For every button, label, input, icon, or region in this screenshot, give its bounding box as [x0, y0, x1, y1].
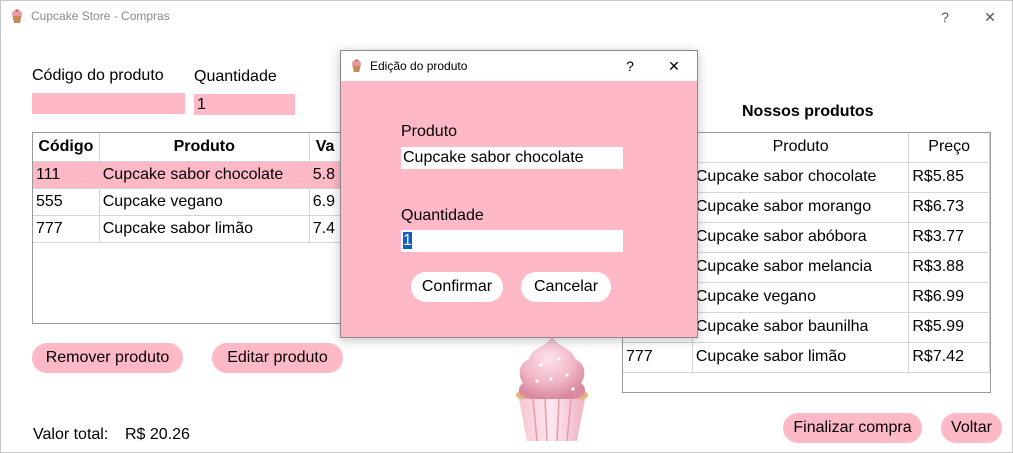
products-column-header[interactable]: Preço [908, 133, 990, 163]
products-title: Nossos produtos [742, 103, 874, 120]
edit-product-dialog: Edição do produto ? ✕ Produto Cupcake sa… [340, 50, 698, 338]
products-cell-name: Cupcake sabor baunilha [692, 312, 910, 343]
cart-row[interactable]: 111 Cupcake sabor chocolate 5.8 [33, 161, 361, 189]
remove-product-button[interactable]: Remover produto [32, 343, 183, 373]
products-cell-name: Cupcake sabor abóbora [692, 222, 910, 253]
products-column-header[interactable]: Produto [692, 133, 910, 163]
products-cell-price: R$6.99 [908, 282, 990, 313]
cupcake-app-icon [351, 59, 362, 72]
dialog-quantity-label: Quantidade [401, 207, 484, 224]
total-label: Valor total: [33, 426, 109, 443]
cart-cell-product: Cupcake sabor limão [99, 215, 310, 243]
quantity-label: Quantidade [194, 68, 277, 85]
cart-row[interactable]: 555 Cupcake vegano 6.9 [33, 188, 361, 216]
cupcake-image [516, 337, 588, 442]
products-cell-name: Cupcake sabor limão [692, 342, 910, 373]
confirm-button[interactable]: Confirmar [411, 272, 503, 302]
code-label: Código do produto [32, 67, 164, 84]
quantity-input[interactable]: 1 [194, 94, 295, 115]
cart-table[interactable]: Código Produto Va 111 Cupcake sabor choc… [32, 132, 362, 324]
products-cell-name: Cupcake sabor melancia [692, 252, 910, 283]
help-button[interactable]: ? [935, 7, 955, 27]
edit-product-button[interactable]: Editar produto [212, 343, 343, 373]
products-cell-price: R$5.85 [908, 162, 990, 193]
cart-column-header[interactable]: Código [33, 133, 100, 162]
total-value: R$ 20.26 [125, 426, 190, 443]
dialog-titlebar: Edição do produto ? ✕ [341, 51, 697, 81]
products-cell-name: Cupcake vegano [692, 282, 910, 313]
products-cell-name: Cupcake sabor morango [692, 192, 910, 223]
code-input[interactable] [32, 93, 185, 114]
finish-purchase-button[interactable]: Finalizar compra [783, 413, 922, 443]
cancel-button[interactable]: Cancelar [521, 272, 611, 302]
products-row[interactable]: 777 Cupcake sabor limão R$7.42 [623, 342, 990, 373]
products-cell-price: R$6.73 [908, 192, 990, 223]
dialog-product-label: Produto [401, 123, 458, 140]
cart-cell-code: 111 [33, 161, 100, 189]
dialog-help-button[interactable]: ? [620, 56, 640, 76]
products-cell-price: R$7.42 [908, 342, 990, 373]
products-cell-code: 777 [623, 342, 693, 373]
products-cell-name: Cupcake sabor chocolate [692, 162, 910, 193]
dialog-title: Edição do produto [370, 59, 468, 73]
cart-cell-product: Cupcake sabor chocolate [99, 161, 310, 189]
close-button[interactable]: ✕ [980, 7, 1000, 27]
back-button[interactable]: Voltar [941, 413, 1002, 443]
cart-cell-code: 777 [33, 215, 100, 243]
dialog-quantity-field[interactable]: 1 [401, 230, 623, 252]
cart-row[interactable]: 777 Cupcake sabor limão 7.4 [33, 215, 361, 243]
window-title: Cupcake Store - Compras [31, 9, 170, 23]
cart-cell-product: Cupcake vegano [99, 188, 310, 216]
dialog-close-button[interactable]: ✕ [664, 56, 684, 76]
cart-column-header[interactable]: Produto [99, 133, 310, 162]
products-cell-price: R$5.99 [908, 312, 990, 343]
cupcake-app-icon [12, 9, 22, 23]
products-cell-price: R$3.88 [908, 252, 990, 283]
cart-cell-code: 555 [33, 188, 100, 216]
cart-header-row: Código Produto Va [33, 133, 361, 162]
titlebar: Cupcake Store - Compras ? ✕ [1, 1, 1013, 32]
dialog-quantity-selected-text: 1 [403, 232, 412, 249]
dialog-product-field[interactable]: Cupcake sabor chocolate [401, 147, 623, 169]
products-cell-price: R$3.77 [908, 222, 990, 253]
